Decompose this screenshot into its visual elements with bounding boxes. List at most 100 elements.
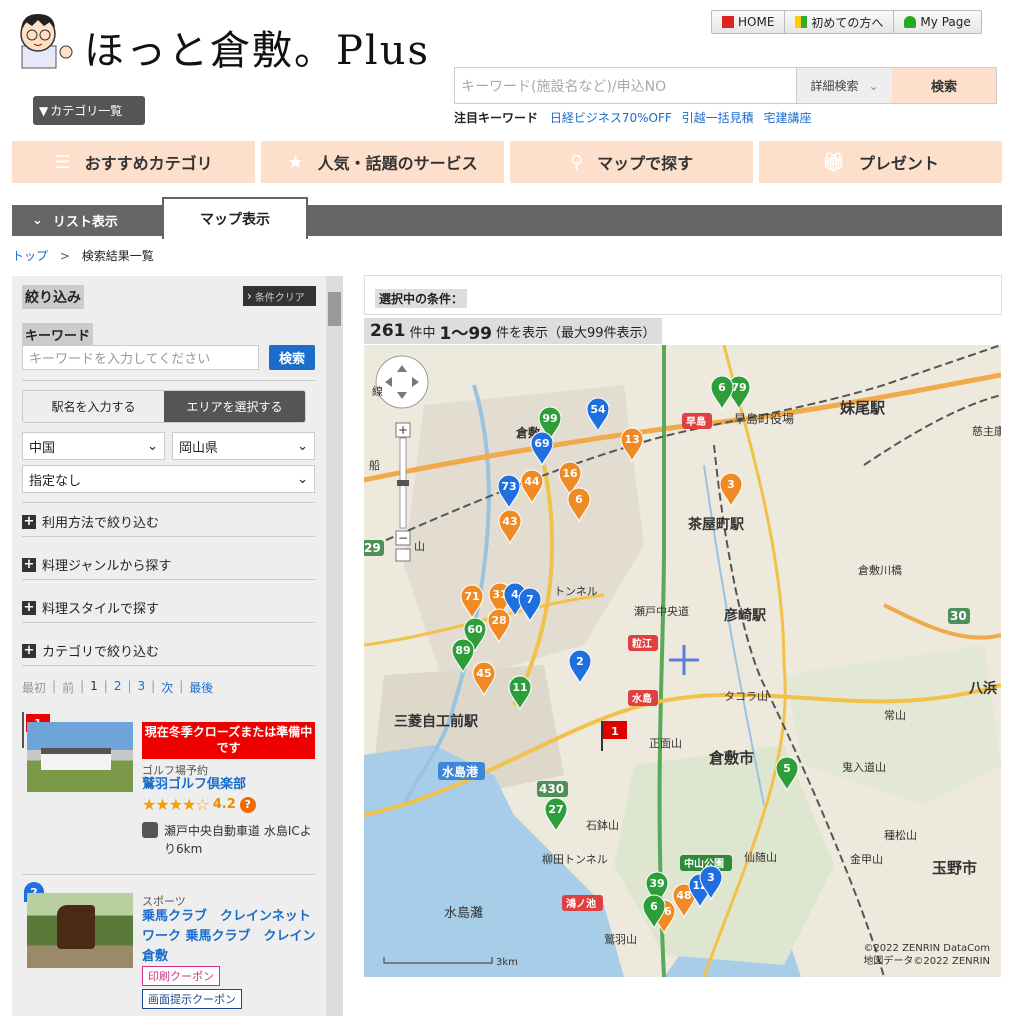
chevron-down-icon: ⌄ bbox=[868, 78, 879, 93]
chevron-right-icon: › bbox=[247, 289, 252, 303]
accordion-usage[interactable]: + 利用方法で絞り込む bbox=[22, 507, 315, 537]
main-menu: ☰ おすすめカテゴリ ★ 人気・話題のサービス ⚲ マップで探す 🎁︎ プレゼント bbox=[12, 141, 1002, 183]
menu-present[interactable]: 🎁︎ プレゼント bbox=[759, 141, 1002, 183]
divider bbox=[22, 380, 315, 381]
pager-current: 1 bbox=[90, 679, 98, 693]
menu-map[interactable]: ⚲ マップで探す bbox=[510, 141, 753, 183]
map-place-label: 柳田トンネル bbox=[542, 852, 608, 866]
sidebar-scroll-thumb[interactable] bbox=[328, 292, 341, 326]
keyword-link[interactable]: 引越一括見積 bbox=[682, 111, 754, 125]
map-place-label: タコラ山 bbox=[724, 690, 768, 703]
result-title-link[interactable]: 鷲羽ゴルフ倶楽部 bbox=[142, 775, 246, 795]
help-icon[interactable]: ? bbox=[239, 796, 256, 813]
result-thumbnail[interactable] bbox=[27, 893, 133, 968]
map-pin-number: 45 bbox=[476, 667, 491, 680]
map-canvas[interactable]: + − 妹尾駅早島町役場茶屋町駅彦崎駅倉敷市 三菱自工前駅水島港玉野市水島灘 倉敷川… bbox=[364, 345, 1001, 977]
accordion-cuisine-genre[interactable]: + 料理ジャンルから探す bbox=[22, 550, 315, 580]
menu-recommended[interactable]: ☰ おすすめカテゴリ bbox=[12, 141, 255, 183]
map-place-label: 金甲山 bbox=[850, 852, 883, 866]
svg-text:1: 1 bbox=[611, 725, 619, 738]
tab-map-view[interactable]: マップ表示 bbox=[162, 197, 308, 239]
map-pin-number: 43 bbox=[502, 515, 517, 528]
narrow-title: 絞り込み bbox=[22, 285, 84, 309]
chevron-down-icon: ⌄ bbox=[297, 438, 308, 454]
tab-list-view[interactable]: ⌄ リスト表示 bbox=[12, 205, 162, 236]
location-mode-toggle: 駅名を入力する エリアを選択する bbox=[22, 390, 306, 423]
region-select[interactable]: 中国 ⌄ bbox=[22, 432, 165, 460]
map-place-label: 鷲羽山 bbox=[604, 932, 637, 946]
map-place-label: 早島 bbox=[686, 415, 706, 428]
pager-next[interactable]: 次 bbox=[161, 679, 173, 696]
map-pin-number: 60 bbox=[467, 623, 483, 636]
keyword-input[interactable]: キーワードを入力してください bbox=[22, 345, 259, 370]
search-input[interactable]: キーワード(施設名など)/申込NO bbox=[455, 68, 796, 103]
map-place-label: 玉野市 bbox=[932, 859, 977, 877]
area-select-tab[interactable]: エリアを選択する bbox=[164, 391, 305, 422]
map-pin-number: 54 bbox=[590, 403, 606, 416]
map-place-label: 石鉢山 bbox=[586, 818, 619, 832]
print-coupon-badge[interactable]: 印刷クーポン bbox=[142, 966, 220, 986]
map-place-label: 茶屋町駅 bbox=[687, 516, 745, 533]
result-map[interactable]: + − 妹尾駅 早島町役場 茶屋町駅 彦崎駅 倉敷市 三菱自工前駅 水島港 玉野市 水島灘 倉敷川… bbox=[364, 345, 1001, 977]
svg-text:3km: 3km bbox=[496, 957, 518, 968]
mypage-link[interactable]: My Page bbox=[894, 11, 980, 33]
search-button[interactable]: 検索 bbox=[892, 68, 996, 103]
sidebar-scrollbar[interactable] bbox=[326, 276, 343, 1016]
map-pin-number: 6 bbox=[718, 381, 726, 394]
car-icon bbox=[142, 822, 158, 838]
advanced-search-select[interactable]: 詳細検索 ⌄ bbox=[796, 68, 892, 103]
result-thumbnail[interactable] bbox=[27, 722, 133, 792]
chevron-down-icon: ⌄ bbox=[147, 438, 158, 454]
result-access: 瀬戸中央自動車道 水島ICより6km bbox=[164, 824, 312, 856]
result-title-link[interactable]: 乗馬クラブ クレインネットワーク 乗馬クラブ クレイン倉敷 bbox=[142, 907, 317, 967]
map-pin-icon: ⚲ bbox=[569, 151, 584, 173]
chevron-down-icon: ⌄ bbox=[32, 213, 43, 228]
category-list-button[interactable]: ▼ カテゴリ一覧 bbox=[33, 96, 145, 125]
clear-conditions-button[interactable]: › 条件クリア bbox=[243, 286, 316, 306]
pager-page-link[interactable]: 3 bbox=[138, 679, 146, 696]
map-place-label: 彦崎駅 bbox=[724, 607, 767, 624]
map-place-label: 種松山 bbox=[884, 828, 917, 842]
accordion-cuisine-style[interactable]: + 料理スタイルで探す bbox=[22, 593, 315, 623]
map-place-label: 水島 bbox=[631, 692, 652, 705]
home-link[interactable]: HOME bbox=[712, 11, 786, 33]
search-bar: キーワード(施設名など)/申込NO 詳細検索 ⌄ 検索 bbox=[454, 67, 997, 104]
map-place-label: 倉敷市 bbox=[708, 749, 754, 767]
plus-icon: + bbox=[22, 642, 36, 658]
list-icon: ☰ bbox=[54, 151, 71, 173]
star-icon: ★ bbox=[287, 151, 304, 173]
breadcrumb: トップ > 検索結果一覧 bbox=[12, 249, 154, 263]
keyword-link[interactable]: 宅建講座 bbox=[763, 111, 811, 125]
site-logo[interactable]: ほっと倉敷。Plus bbox=[84, 18, 430, 76]
divider bbox=[22, 874, 315, 875]
featured-keywords-heading: 注目キーワード bbox=[454, 111, 539, 125]
map-pin-number: 39 bbox=[649, 877, 664, 890]
menu-popular[interactable]: ★ 人気・話題のサービス bbox=[261, 141, 504, 183]
gift-icon: 🎁︎ bbox=[822, 151, 845, 173]
beginner-link[interactable]: 初めての方へ bbox=[785, 11, 895, 33]
map-place-label: 常山 bbox=[884, 709, 906, 722]
map-place-label: 早島町役場 bbox=[734, 411, 794, 426]
keyword-search-button[interactable]: 検索 bbox=[269, 345, 315, 370]
map-pan-control[interactable] bbox=[375, 355, 429, 409]
map-place-label: 線 bbox=[372, 384, 383, 398]
station-input-tab[interactable]: 駅名を入力する bbox=[23, 391, 164, 422]
mascot-logo-icon[interactable] bbox=[10, 8, 76, 70]
accordion-category[interactable]: + カテゴリで絞り込む bbox=[22, 636, 315, 666]
map-pin-number: 7 bbox=[526, 593, 534, 606]
map-place-label: 粒江 bbox=[632, 637, 652, 650]
map-pin-number: 6 bbox=[650, 900, 658, 913]
result-count: 261 件中 1〜99 件を表示（最大99件表示） bbox=[364, 318, 662, 344]
selected-conditions-box: 選択中の条件： bbox=[364, 275, 1002, 315]
map-pin-number: 99 bbox=[542, 412, 557, 425]
map-place-label: 仙随山 bbox=[744, 850, 777, 864]
map-place-label: 瀬戸中央道 bbox=[634, 604, 689, 618]
keyword-label: キーワード bbox=[22, 323, 94, 346]
pager-page-link[interactable]: 2 bbox=[114, 679, 122, 696]
city-select[interactable]: 指定なし ⌄ bbox=[22, 465, 315, 493]
keyword-link[interactable]: 日経ビジネス70%OFF bbox=[550, 111, 672, 125]
pager-last[interactable]: 最後 bbox=[189, 679, 213, 696]
prefecture-select[interactable]: 岡山県 ⌄ bbox=[172, 432, 315, 460]
breadcrumb-top-link[interactable]: トップ bbox=[12, 249, 48, 263]
screen-coupon-badge[interactable]: 画面提示クーポン bbox=[142, 989, 242, 1009]
